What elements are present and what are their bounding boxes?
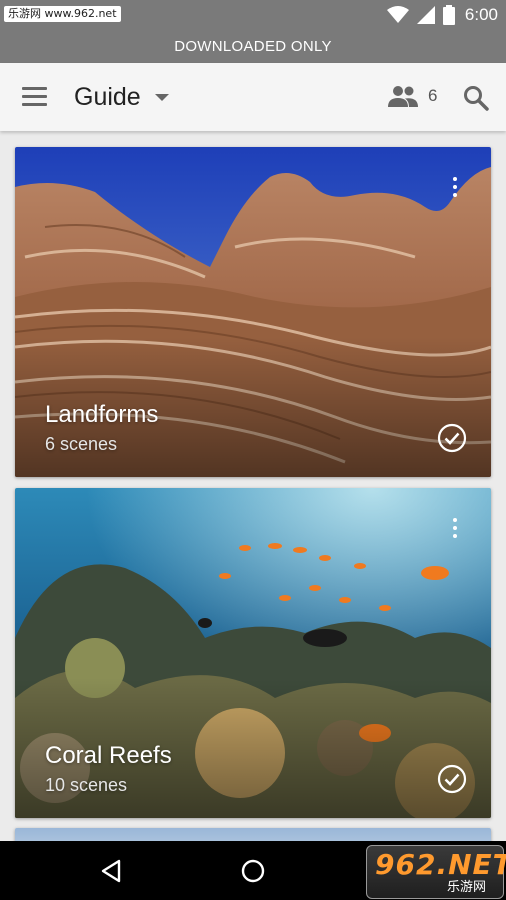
status-time: 6:00 (464, 5, 498, 24)
status-bar: 乐游网 www.962.net 6:00 (0, 0, 506, 31)
downloaded-only-banner: DOWNLOADED ONLY (0, 31, 506, 63)
watermark-big-text: 962.NET (375, 848, 506, 881)
back-icon[interactable] (100, 859, 122, 883)
card-subtitle: 10 scenes (45, 775, 128, 795)
dropdown-arrow-icon (154, 93, 169, 101)
home-icon[interactable] (241, 859, 265, 883)
card-title: Landforms (45, 401, 159, 428)
app-bar: Guide 6 (0, 63, 506, 131)
people-icon (388, 86, 418, 107)
app-title: Guide (74, 82, 141, 111)
people-count: 6 (428, 86, 438, 105)
watermark-label: 乐游网 www.962.net (4, 6, 121, 22)
watermark-logo: 962.NET 乐游网 (366, 845, 506, 899)
search-icon[interactable] (462, 84, 490, 112)
more-options-icon[interactable] (449, 516, 461, 540)
card-subtitle: 6 scenes (45, 434, 118, 454)
people-button[interactable]: 6 (388, 85, 437, 107)
card-coral-reefs[interactable]: Coral Reefs 10 scenes (15, 488, 491, 818)
guide-dropdown[interactable]: Guide (74, 81, 169, 113)
card-title: Coral Reefs (45, 742, 172, 769)
status-icons: 6:00 (386, 4, 498, 26)
downloaded-check-icon[interactable] (437, 764, 467, 794)
signal-icon (416, 6, 435, 24)
menu-icon[interactable] (22, 87, 47, 107)
wifi-icon (386, 6, 409, 23)
watermark-small-text: 乐游网 (447, 880, 487, 895)
battery-icon (442, 5, 455, 25)
card-landforms[interactable]: Landforms 6 scenes (15, 147, 491, 477)
downloaded-check-icon[interactable] (437, 423, 467, 453)
more-options-icon[interactable] (449, 175, 461, 199)
